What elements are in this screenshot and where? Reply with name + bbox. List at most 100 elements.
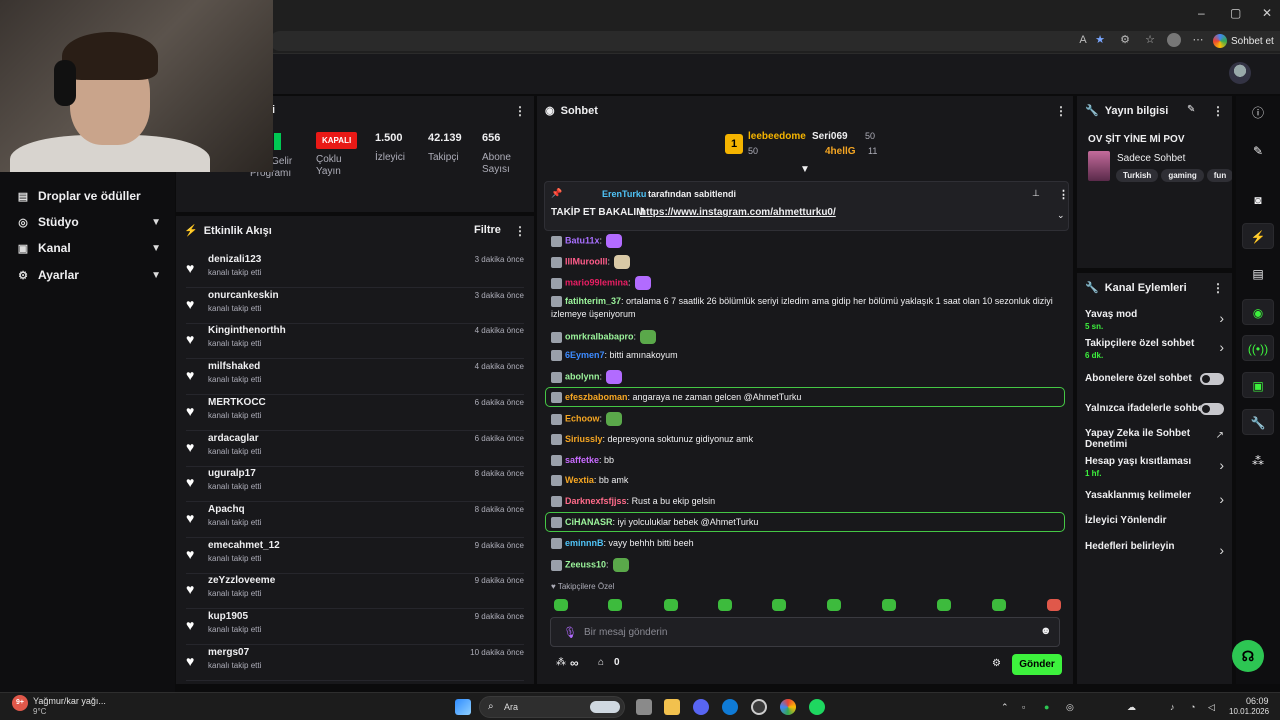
chat-message[interactable]: Wextia: bb amk — [551, 474, 1061, 487]
channel-action-item[interactable]: Yavaş mod 5 sn. — [1085, 309, 1225, 331]
network-icon[interactable]: ◔ — [1190, 702, 1195, 712]
chat-message[interactable]: saffetke: bb — [551, 454, 1061, 467]
chat-username[interactable]: efeszbaboman — [565, 392, 628, 402]
chat-message[interactable]: fatihterim_37: ortalama 6 7 saatlik 26 b… — [551, 295, 1061, 321]
chat-username[interactable]: IllMurooIll — [565, 256, 608, 266]
more-options-icon[interactable]: ⋮ — [1058, 188, 1069, 201]
nav-studio[interactable]: ◎ Stüdyo ▼ — [16, 213, 161, 231]
category-name[interactable]: Sadece Sohbet — [1117, 153, 1185, 164]
tray-chevron-icon[interactable]: ⌃ — [1001, 702, 1009, 713]
file-explorer-icon[interactable] — [664, 699, 680, 715]
edge-icon[interactable] — [722, 699, 738, 715]
close-icon[interactable]: ✕ — [1262, 6, 1272, 20]
taskbar-search[interactable]: ⌕ Ara — [479, 696, 625, 718]
more-options-icon[interactable]: ⋮ — [1055, 104, 1067, 118]
activity-item[interactable]: ♥ MERTKOCC kanalı takip etti 6 dakika önce — [186, 395, 524, 431]
help-chat-button[interactable]: ☊ — [1232, 640, 1264, 672]
bolt-icon[interactable]: ⚡ — [1242, 223, 1274, 249]
info-icon[interactable]: ⓘ — [1242, 100, 1274, 126]
unpin-icon[interactable]: ⊥ — [1032, 188, 1040, 199]
discord-icon[interactable] — [693, 699, 709, 715]
points-icon[interactable]: ⁂ — [556, 657, 566, 668]
chat-message[interactable]: Siriussly: depresyona soktunuz gidiyonuz… — [551, 433, 1061, 446]
channel-action-item[interactable]: Yasaklanmış kelimeler — [1085, 490, 1225, 501]
emote-icon[interactable] — [772, 599, 786, 611]
chevron-right-icon[interactable]: › — [1219, 491, 1224, 507]
spotify-icon[interactable] — [809, 699, 825, 715]
activity-item[interactable]: ♥ denizali123 kanalı takip etti 3 dakika ön… — [186, 252, 524, 288]
chevron-right-icon[interactable]: › — [1219, 457, 1224, 473]
chat-settings-icon[interactable]: ⚙ — [992, 658, 1001, 669]
activity-item[interactable]: ♥ mergs07 kanalı takip etti 10 dakika önce — [186, 645, 524, 681]
tray-status-icon[interactable]: ● — [1044, 702, 1049, 712]
channel-action-item[interactable]: İzleyici Yönlendir — [1085, 515, 1225, 526]
toggle-switch[interactable] — [1200, 403, 1224, 415]
obs-icon[interactable] — [751, 699, 767, 715]
third-name[interactable]: 4hellG — [825, 146, 856, 157]
channel-action-item[interactable]: Yapay Zeka ile Sohbet Denetimi — [1085, 428, 1225, 450]
clock-date[interactable]: 10.01.2026 — [1229, 707, 1269, 716]
chat-message[interactable]: Zeeuss10: — [551, 558, 1061, 572]
chat-message[interactable]: IllMurooIll: — [551, 255, 1061, 269]
chevron-right-icon[interactable]: › — [1219, 310, 1224, 326]
layout-icon[interactable]: ▣ — [1242, 372, 1274, 398]
profile-icon[interactable] — [1167, 33, 1181, 47]
read-aloud-icon[interactable]: A — [1076, 33, 1090, 47]
tray-app-icon[interactable]: ▫ — [1022, 702, 1025, 712]
chat-username[interactable]: 6Eymen7 — [565, 350, 605, 360]
clock-time[interactable]: 06:09 — [1246, 696, 1269, 706]
chat-message[interactable]: mario99lemina: — [551, 276, 1061, 290]
chat-username[interactable]: fatihterim_37 — [565, 296, 621, 306]
more-options-icon[interactable]: ⋮ — [514, 104, 526, 118]
chat-message[interactable]: Echoow: — [551, 412, 1061, 426]
filter-button[interactable]: Filtre — [474, 224, 501, 236]
copilot-button[interactable]: Sohbet et — [1213, 31, 1275, 51]
activity-item[interactable]: ♥ zeYzzloveeme kanalı takip etti 9 dakika ö… — [186, 573, 524, 610]
activity-item[interactable]: ♥ uguralp17 kanalı takip etti 8 dakika önce — [186, 466, 524, 503]
document-icon[interactable]: ▤ — [1242, 261, 1274, 287]
emote-icon[interactable] — [1047, 599, 1061, 611]
chrome-icon[interactable] — [780, 699, 796, 715]
more-options-icon[interactable]: ⋮ — [514, 224, 526, 238]
activity-item[interactable]: ♥ Apachq kanalı takip etti 8 dakika önce — [186, 502, 524, 538]
chat-message[interactable]: CiHANASR: iyi yolculuklar bebek @AhmetTu… — [551, 516, 1061, 529]
weather-text[interactable]: Yağmur/kar yağı... — [33, 696, 106, 706]
community-icon[interactable]: ⁂ — [1242, 448, 1274, 474]
emote-icon[interactable] — [937, 599, 951, 611]
toggle-switch[interactable] — [1200, 373, 1224, 385]
emote-icon[interactable] — [882, 599, 896, 611]
chat-message[interactable]: efeszbaboman: angaraya ne zaman gelcen @… — [551, 391, 1061, 404]
chat-message[interactable]: Darknexfsfjjss: Rust a bu ekip gelsin — [551, 495, 1061, 508]
chat-username[interactable]: Siriussly — [565, 434, 603, 444]
edit-icon[interactable]: ✎ — [1242, 138, 1274, 164]
activity-item[interactable]: ♥ emecahmet_12 kanalı takip etti 9 dakika ö… — [186, 538, 524, 574]
chat-message[interactable]: 6Eymen7: bitti amınakoyum — [551, 349, 1061, 362]
extensions-icon[interactable]: ⚙ — [1118, 33, 1132, 47]
chevron-down-icon[interactable]: ▼ — [800, 164, 810, 175]
chat-message[interactable]: Batu11x: — [551, 234, 1061, 248]
broadcast-icon[interactable]: ((•)) — [1242, 335, 1274, 361]
chat-message[interactable]: eminnnB: vayy behhh bitti beeh — [551, 537, 1061, 550]
external-link-icon[interactable]: ↗ — [1216, 430, 1224, 441]
collections-icon[interactable]: ☆ — [1143, 33, 1157, 47]
chat-username[interactable]: abolynn — [565, 371, 600, 381]
chat-username[interactable]: Darknexfsfjjss — [565, 496, 627, 506]
more-options-icon[interactable]: ⋮ — [1212, 104, 1224, 118]
tray-cloud-icon[interactable]: ☁ — [1127, 702, 1136, 713]
nav-settings[interactable]: ⚙ Ayarlar ▼ — [16, 266, 161, 284]
camera-icon[interactable]: ◙ — [1242, 187, 1274, 213]
chat-message[interactable]: omrkralbabapro: — [551, 330, 1061, 344]
emote-icon[interactable] — [827, 599, 841, 611]
task-view-icon[interactable] — [636, 699, 652, 715]
emote-icon[interactable] — [992, 599, 1006, 611]
tray-steam-icon[interactable]: ◎ — [1066, 702, 1074, 713]
message-input[interactable]: 🎙 Bir mesaj gönderin ☻ — [550, 617, 1060, 647]
activity-item[interactable]: ♥ onurcankeskin kanalı takip etti 3 dakika … — [186, 288, 524, 324]
leader-name[interactable]: leebeedome — [748, 131, 806, 142]
chat-username[interactable]: eminnnB — [565, 538, 604, 548]
channel-action-item[interactable]: Takipçilere özel sohbet 6 dk. — [1085, 338, 1225, 360]
emote-icon[interactable] — [608, 599, 622, 611]
chat-username[interactable]: omrkralbabapro — [565, 331, 634, 341]
channel-action-item[interactable]: Hedefleri belirleyin — [1085, 541, 1225, 552]
more-icon[interactable]: ⋯ — [1191, 33, 1205, 47]
